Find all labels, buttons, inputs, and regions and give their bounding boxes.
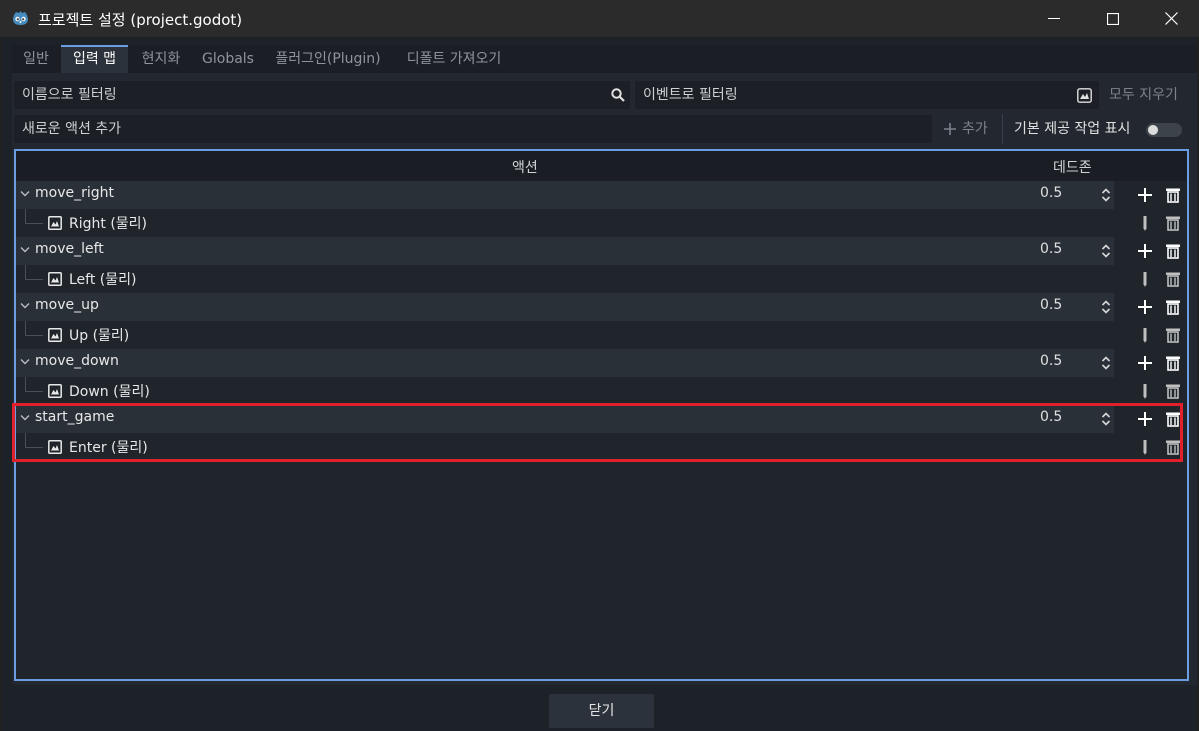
chevron-down-icon[interactable]: [20, 358, 30, 366]
filter-by-event-input[interactable]: 이벤트로 필터링: [635, 81, 1099, 109]
event-name: Down (물리): [69, 384, 150, 400]
add-event-icon[interactable]: [1137, 187, 1153, 203]
header-deadzone: 데드존: [1053, 160, 1092, 176]
event-row-down[interactable]: Down (물리): [16, 377, 1187, 405]
action-row-move-right[interactable]: move_right 0.5: [16, 181, 1187, 209]
action-name: move_up: [35, 297, 99, 313]
tab-input-map[interactable]: 입력 맵: [61, 45, 128, 73]
tree-header: 액션 데드존: [16, 151, 1187, 181]
edit-icon[interactable]: [1140, 327, 1150, 343]
action-name: move_left: [35, 241, 104, 257]
show-builtin-label: 기본 제공 작업 표시: [1014, 121, 1131, 137]
deadzone-value[interactable]: 0.5: [1040, 185, 1062, 201]
action-row-move-down[interactable]: move_down 0.5: [16, 349, 1187, 377]
filter-by-name-input[interactable]: 이름으로 필터링: [14, 81, 630, 109]
tab-bar: [12, 45, 1197, 73]
event-name: Enter (물리): [69, 440, 148, 456]
tab-globals[interactable]: Globals: [199, 45, 257, 73]
event-name: Right (물리): [69, 216, 148, 232]
search-icon: [611, 88, 625, 102]
edit-icon[interactable]: [1140, 439, 1150, 455]
event-name: Up (물리): [69, 328, 130, 344]
add-event-icon[interactable]: [1137, 411, 1153, 427]
event-row-up[interactable]: Up (물리): [16, 321, 1187, 349]
add-action-label: 추가: [962, 121, 988, 137]
event-row-enter[interactable]: Enter (물리): [16, 433, 1187, 461]
add-event-icon[interactable]: [1137, 299, 1153, 315]
plus-icon: [944, 123, 956, 135]
deadzone-value[interactable]: 0.5: [1040, 297, 1062, 313]
trash-icon[interactable]: [1165, 327, 1181, 343]
new-action-input[interactable]: 새로운 액션 추가: [14, 115, 932, 143]
minimize-button[interactable]: [1025, 0, 1083, 37]
chevron-down-icon[interactable]: [20, 414, 30, 422]
deadzone-value[interactable]: 0.5: [1040, 241, 1062, 257]
edit-icon[interactable]: [1140, 271, 1150, 287]
spinner-arrows-icon[interactable]: [1101, 187, 1111, 203]
keyboard-key-icon: [48, 216, 62, 230]
spinner-arrows-icon[interactable]: [1101, 299, 1111, 315]
add-event-icon[interactable]: [1137, 355, 1153, 371]
chevron-down-icon[interactable]: [20, 190, 30, 198]
action-row-move-up[interactable]: move_up 0.5: [16, 293, 1187, 321]
spinner-arrows-icon[interactable]: [1101, 243, 1111, 259]
tab-general[interactable]: 일반: [16, 45, 56, 73]
minimize-icon: [1048, 17, 1060, 19]
edit-icon[interactable]: [1140, 383, 1150, 399]
trash-icon[interactable]: [1165, 383, 1181, 399]
spinner-arrows-icon[interactable]: [1101, 355, 1111, 371]
title-bar: 프로젝트 설정 (project.godot): [0, 0, 1199, 37]
trash-icon[interactable]: [1165, 411, 1181, 427]
header-action: 액션: [512, 160, 538, 176]
action-row-move-left[interactable]: move_left 0.5: [16, 237, 1187, 265]
tab-import-defaults[interactable]: 디폴트 가져오기: [400, 45, 508, 73]
trash-icon[interactable]: [1165, 243, 1181, 259]
trash-icon[interactable]: [1165, 355, 1181, 371]
tab-localization[interactable]: 현지화: [135, 45, 187, 73]
edit-icon[interactable]: [1140, 215, 1150, 231]
action-row-start-game[interactable]: start_game 0.5: [16, 405, 1187, 433]
chevron-down-icon[interactable]: [20, 246, 30, 254]
close-button[interactable]: 닫기: [549, 694, 654, 728]
keyboard-key-icon: [48, 272, 62, 286]
trash-icon[interactable]: [1165, 299, 1181, 315]
chevron-down-icon[interactable]: [20, 302, 30, 310]
trash-icon[interactable]: [1165, 187, 1181, 203]
show-builtin-toggle[interactable]: [1146, 123, 1182, 137]
action-name: move_down: [35, 353, 119, 369]
clear-all-button[interactable]: 모두 지우기: [1109, 81, 1178, 109]
deadzone-value[interactable]: 0.5: [1040, 353, 1062, 369]
action-tree: 액션 데드존 move_right 0.5 Right (물리) move_le…: [14, 149, 1189, 681]
add-event-icon[interactable]: [1137, 243, 1153, 259]
close-icon: [1164, 12, 1178, 25]
keyboard-key-icon: [48, 384, 62, 398]
trash-icon[interactable]: [1165, 271, 1181, 287]
action-name: start_game: [35, 409, 115, 425]
keyboard-key-icon: [48, 440, 62, 454]
event-row-left[interactable]: Left (물리): [16, 265, 1187, 293]
event-row-right[interactable]: Right (물리): [16, 209, 1187, 237]
godot-icon: [13, 11, 28, 25]
close-window-button[interactable]: [1142, 0, 1199, 37]
window-title: 프로젝트 설정 (project.godot): [38, 11, 243, 29]
event-name: Left (물리): [69, 272, 137, 288]
tab-plugins[interactable]: 플러그인(Plugin): [272, 45, 384, 73]
maximize-button[interactable]: [1084, 0, 1142, 37]
deadzone-value[interactable]: 0.5: [1040, 409, 1062, 425]
toolbar-separator: [1002, 114, 1003, 144]
trash-icon[interactable]: [1165, 215, 1181, 231]
action-name: move_right: [35, 185, 114, 201]
maximize-icon: [1107, 12, 1119, 25]
keyboard-key-icon: [48, 328, 62, 342]
trash-icon[interactable]: [1165, 439, 1181, 455]
spinner-arrows-icon[interactable]: [1101, 411, 1111, 427]
keyboard-listen-icon[interactable]: [1077, 88, 1092, 103]
